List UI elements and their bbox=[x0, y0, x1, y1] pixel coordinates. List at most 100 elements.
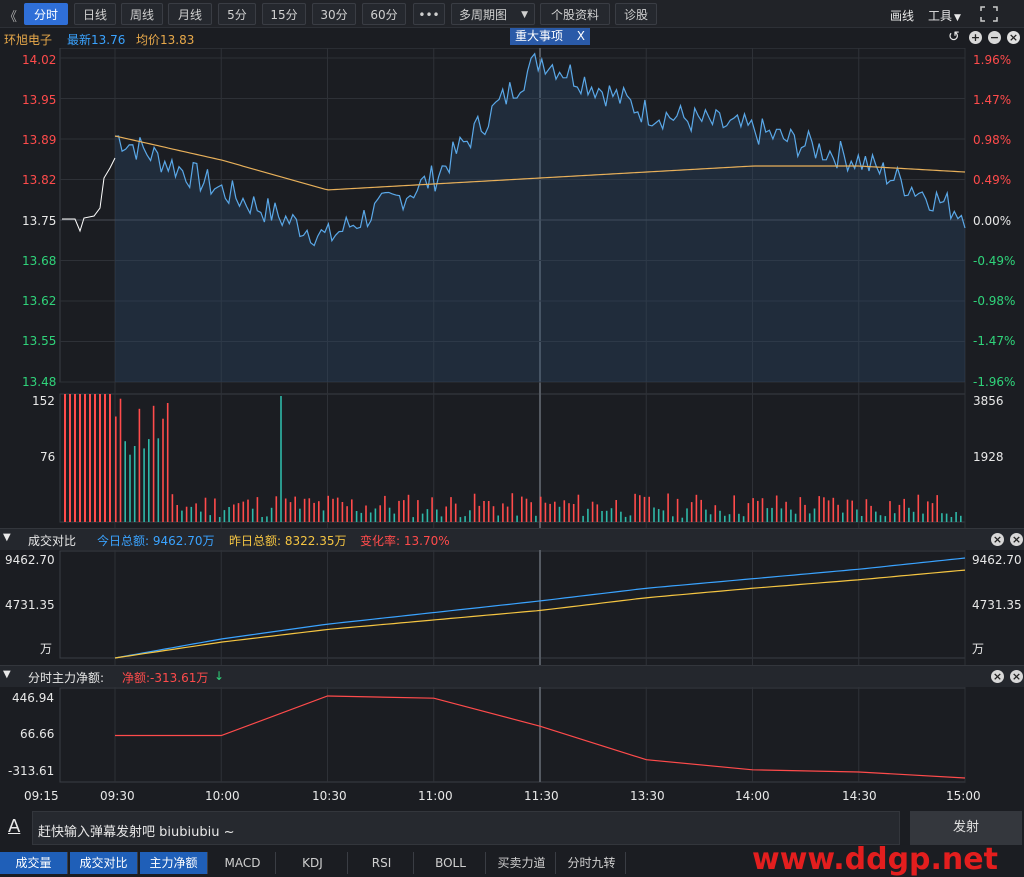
quote-info-bar: 环旭电子 最新13.76 均价13.83 重大事项 X ↺ + − × bbox=[0, 28, 1024, 48]
volume-bar bbox=[893, 513, 896, 522]
volume-bar bbox=[299, 508, 301, 522]
tab-compare[interactable]: 成交对比 bbox=[70, 852, 138, 874]
volume-bar bbox=[284, 498, 287, 522]
danmu-font-icon[interactable]: A bbox=[8, 816, 20, 837]
volume-bar bbox=[237, 503, 240, 522]
tab-buysell-power[interactable]: 买卖力道 bbox=[488, 852, 556, 874]
tab-weekly[interactable]: 周线 bbox=[121, 3, 163, 25]
volume-tick: 152 bbox=[32, 394, 55, 408]
compare-title: 成交对比 bbox=[28, 534, 77, 548]
volume-bar bbox=[242, 501, 245, 522]
volume-bar bbox=[931, 503, 934, 522]
volume-bar bbox=[945, 513, 948, 522]
close-panel-icon[interactable]: × bbox=[1010, 533, 1023, 546]
volume-bar bbox=[407, 494, 410, 522]
volume-bar bbox=[728, 514, 731, 522]
volume-bar bbox=[681, 517, 684, 522]
stock-info-button[interactable]: 个股资料 bbox=[540, 3, 610, 25]
tools-button[interactable]: 工具 ▼ bbox=[928, 7, 961, 24]
time-tick: 11:00 bbox=[418, 789, 453, 803]
collapse-icon[interactable]: 《 bbox=[4, 6, 17, 25]
volume-bar bbox=[289, 502, 292, 522]
time-tick: 11:30 bbox=[524, 789, 559, 803]
volume-bar bbox=[634, 493, 636, 522]
close-panel-icon[interactable]: × bbox=[1010, 670, 1023, 683]
volume-bar bbox=[148, 439, 150, 522]
volume-bar bbox=[695, 494, 698, 522]
volume-bar bbox=[360, 512, 363, 522]
tab-intraday[interactable]: 分时 bbox=[24, 3, 68, 25]
more-icon[interactable]: ••• bbox=[413, 3, 445, 25]
undo-icon[interactable]: ↺ bbox=[948, 29, 960, 45]
volume-bar bbox=[577, 494, 580, 522]
volume-bar bbox=[497, 515, 499, 522]
volume-bar bbox=[74, 394, 76, 522]
yesterday-total: 昨日总额: 8322.35万 bbox=[229, 534, 347, 548]
tab-15min[interactable]: 15分 bbox=[262, 3, 306, 25]
volume-bar bbox=[483, 501, 485, 522]
tab-daily[interactable]: 日线 bbox=[74, 3, 116, 25]
fullscreen-icon[interactable] bbox=[980, 6, 998, 22]
major-event-tag[interactable]: 重大事项 X bbox=[510, 28, 590, 45]
tab-boll[interactable]: BOLL bbox=[416, 852, 486, 874]
tab-kdj[interactable]: KDJ bbox=[278, 852, 348, 874]
volume-bar bbox=[157, 438, 160, 522]
time-tick: 14:00 bbox=[735, 789, 770, 803]
volume-bar bbox=[176, 505, 178, 522]
close-panel-icon[interactable]: × bbox=[991, 670, 1004, 683]
diagnose-button[interactable]: 诊股 bbox=[615, 3, 657, 25]
volume-bar bbox=[842, 512, 844, 522]
latest-price: 最新13.76 bbox=[67, 33, 126, 47]
volume-bar bbox=[563, 500, 566, 522]
volume-bar bbox=[525, 498, 528, 522]
volume-bar bbox=[403, 500, 405, 522]
tab-nine-turn[interactable]: 分时九转 bbox=[558, 852, 626, 874]
volume-bar bbox=[171, 494, 174, 522]
volume-bar bbox=[639, 495, 641, 522]
volume-bar bbox=[747, 503, 750, 522]
danmu-input[interactable]: 赶快输入弹幕发射吧 biubiubiu ~ bbox=[32, 811, 900, 845]
tab-volume[interactable]: 成交量 bbox=[0, 852, 68, 874]
volume-bar bbox=[233, 504, 235, 522]
volume-bar bbox=[582, 515, 584, 522]
compare-tick: 9462.70 bbox=[972, 553, 1022, 567]
close-panel-icon[interactable]: × bbox=[991, 533, 1004, 546]
collapse-panel-icon[interactable]: ▼ bbox=[3, 669, 11, 680]
send-danmu-button[interactable]: 发射 bbox=[910, 811, 1022, 845]
volume-bar bbox=[941, 513, 943, 522]
volume-bar bbox=[374, 508, 377, 522]
volume-bar bbox=[908, 507, 910, 522]
volume-bar bbox=[487, 501, 490, 522]
price-tick: 13.75 bbox=[22, 214, 57, 228]
major-event-close-icon[interactable]: X bbox=[577, 28, 585, 45]
volume-bar bbox=[124, 441, 126, 522]
multi-period-dropdown[interactable]: 多周期图 ▼ bbox=[451, 3, 535, 25]
volume-bar bbox=[228, 507, 230, 522]
tab-60min[interactable]: 60分 bbox=[362, 3, 406, 25]
price-tick: 14.02 bbox=[22, 53, 57, 67]
volume-bar bbox=[341, 502, 344, 522]
tab-macd[interactable]: MACD bbox=[210, 852, 276, 874]
tab-5min[interactable]: 5分 bbox=[218, 3, 256, 25]
pct-tick: -1.96% bbox=[973, 375, 1016, 389]
major-event-label: 重大事项 bbox=[515, 29, 564, 43]
draw-line-button[interactable]: 画线 bbox=[890, 7, 914, 24]
volume-bar bbox=[761, 498, 764, 522]
volume-bar bbox=[473, 493, 476, 522]
tab-netflow[interactable]: 主力净额 bbox=[140, 852, 208, 874]
tab-rsi[interactable]: RSI bbox=[350, 852, 414, 874]
volume-bar bbox=[398, 500, 400, 522]
volume-bar bbox=[138, 408, 141, 522]
zoom-out-icon[interactable]: − bbox=[988, 31, 1001, 44]
collapse-panel-icon[interactable]: ▼ bbox=[3, 532, 11, 543]
volume-bar bbox=[195, 503, 197, 522]
volume-bar bbox=[648, 496, 650, 522]
close-icon[interactable]: × bbox=[1007, 31, 1020, 44]
zoom-in-icon[interactable]: + bbox=[969, 31, 982, 44]
tab-monthly[interactable]: 月线 bbox=[168, 3, 212, 25]
tab-30min[interactable]: 30分 bbox=[312, 3, 356, 25]
volume-tick: 76 bbox=[40, 450, 56, 464]
volume-bar bbox=[742, 516, 745, 522]
volume-bar bbox=[355, 511, 358, 522]
volume-bar bbox=[204, 497, 207, 522]
